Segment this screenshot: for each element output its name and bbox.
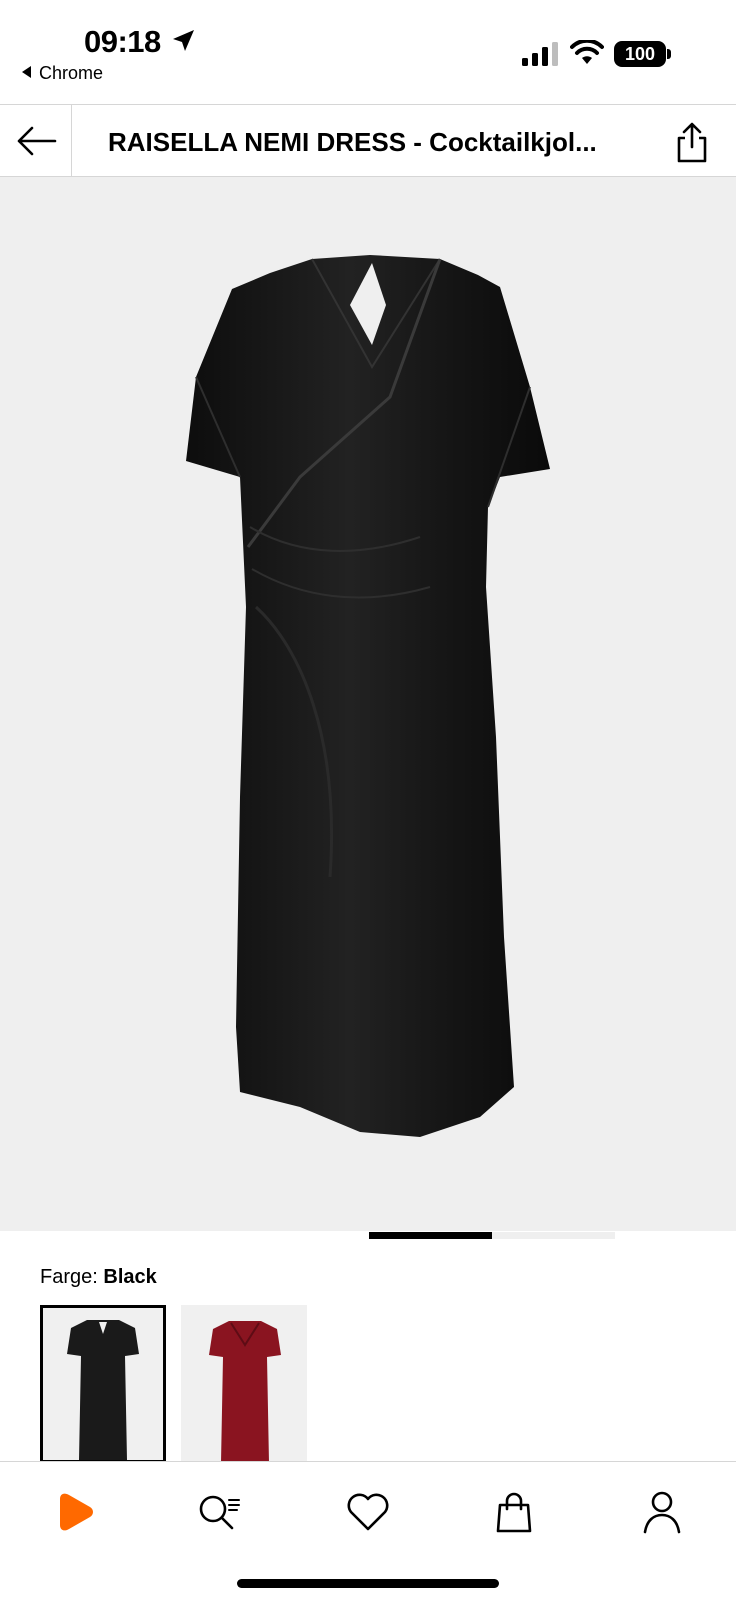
product-header: RAISELLA NEMI DRESS - Cocktailkjol... xyxy=(0,104,736,177)
swatch-image-red-dress xyxy=(209,1321,281,1463)
home-logo-icon xyxy=(60,1493,93,1531)
nav-search[interactable] xyxy=(189,1482,249,1542)
carousel-progress xyxy=(369,1232,615,1239)
search-icon xyxy=(199,1495,240,1530)
nav-profile[interactable] xyxy=(632,1482,692,1542)
product-photo-black-dress xyxy=(186,255,550,1137)
battery-level: 100 xyxy=(614,41,666,67)
nav-bag[interactable] xyxy=(484,1482,544,1542)
page-title: RAISELLA NEMI DRESS - Cocktailkjol... xyxy=(108,127,597,157)
nav-wishlist[interactable] xyxy=(338,1482,398,1542)
wifi-icon xyxy=(570,40,604,64)
color-label-prefix: Farge: xyxy=(40,1266,98,1288)
battery-indicator: 100 xyxy=(614,41,671,67)
color-selected-value: Black xyxy=(103,1266,157,1288)
status-time: 09:18 xyxy=(84,24,161,59)
color-swatch-red[interactable] xyxy=(181,1305,307,1463)
carousel-progress-active xyxy=(369,1232,492,1239)
back-button[interactable] xyxy=(0,105,72,177)
heart-icon xyxy=(347,1493,389,1531)
profile-icon xyxy=(643,1491,681,1534)
home-indicator[interactable] xyxy=(237,1579,499,1588)
swatch-image-black-dress xyxy=(67,1320,139,1460)
back-app-label: Chrome xyxy=(39,63,104,83)
bag-icon xyxy=(496,1492,532,1533)
nav-home[interactable] xyxy=(45,1482,105,1542)
location-arrow-icon xyxy=(173,30,194,51)
cellular-signal-icon xyxy=(522,42,558,66)
status-bar: 09:18 Chrome 100 xyxy=(0,0,736,104)
color-label: Farge: Black xyxy=(40,1266,157,1289)
arrow-left-icon xyxy=(17,126,56,156)
share-button[interactable] xyxy=(672,121,712,163)
back-triangle-icon xyxy=(22,66,31,78)
battery-tip xyxy=(667,49,671,59)
share-icon xyxy=(677,122,707,163)
back-to-app-link[interactable]: Chrome xyxy=(22,63,103,84)
product-image-carousel[interactable] xyxy=(0,177,736,1231)
color-swatch-black[interactable] xyxy=(40,1305,166,1463)
bottom-navigation xyxy=(0,1461,736,1600)
